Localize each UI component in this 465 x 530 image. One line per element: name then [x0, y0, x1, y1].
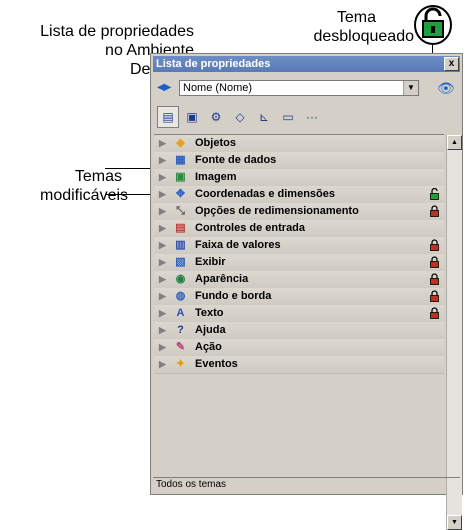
theme-list: ▶ ◆ Objetos ▶ ▦ Fonte de dados ▶ ▣ Imagem ▶ ✥ Coord…: [154, 134, 444, 480]
theme-label: Exibir: [195, 256, 226, 268]
image-icon: ▣: [175, 171, 186, 183]
theme-row[interactable]: ▶ ◉ Aparência: [154, 271, 444, 289]
theme-row[interactable]: ▶? Ajuda: [154, 322, 444, 340]
locked-lock-icon[interactable]: [430, 256, 439, 268]
callout-text: Temas: [74, 168, 122, 185]
theme-label: Ação: [195, 341, 222, 353]
theme-row[interactable]: ▶ ◍ Fundo e borda: [154, 288, 444, 306]
help-icon: ?: [177, 324, 184, 336]
theme-label: Faixa de valores: [195, 239, 281, 251]
theme-row[interactable]: ▶ A Texto: [154, 305, 444, 323]
callout-unlocked-theme: Tema desbloqueado: [288, 8, 414, 46]
expand-arrow-icon[interactable]: ▶: [159, 237, 166, 254]
scroll-down-button[interactable]: ▼: [447, 515, 462, 530]
text-icon: A: [176, 307, 185, 319]
gear-icon[interactable]: ⚙: [205, 106, 227, 128]
list-icon[interactable]: ▤: [157, 106, 179, 128]
theme-label: Fundo e borda: [195, 290, 272, 302]
theme-label: Objetos: [195, 137, 236, 149]
leader-line: [105, 194, 155, 195]
status-text: Todos os temas: [156, 479, 227, 490]
theme-toolbar: ▤ ▣ ⚙ ◇ ⊾ ▭ ···: [157, 106, 456, 128]
callout-text: Tema: [336, 9, 376, 26]
callout-text: Lista de propriedades: [40, 23, 194, 40]
expand-arrow-icon[interactable]: ▶: [159, 135, 166, 152]
expand-arrow-icon[interactable]: ▶: [159, 169, 166, 186]
panel-title: Lista de propriedades: [156, 58, 271, 70]
chart-icon[interactable]: ⊾: [253, 106, 275, 128]
theme-row[interactable]: ▶ ▣ Imagem: [154, 169, 444, 187]
unlocked-padlock-icon: [414, 5, 452, 45]
expand-arrow-icon[interactable]: ▶: [159, 322, 166, 339]
eye-icon: ◉: [175, 273, 186, 285]
theme-label: Eventos: [195, 358, 238, 370]
object-selector-row: ◀▶ Nome (Nome) ▼ 👁: [157, 80, 456, 98]
database-icon: ▦: [175, 154, 186, 166]
callout-modifiable-themes: Temas modificáveis: [40, 167, 129, 205]
input-icon: ▤: [175, 222, 186, 234]
expand-arrow-icon[interactable]: ▶: [159, 152, 166, 169]
callout-text: desbloqueado: [313, 28, 414, 45]
status-bar: Todos os temas: [153, 477, 460, 492]
theme-label: Aparência: [195, 273, 249, 285]
theme-label: Imagem: [195, 171, 237, 183]
theme-row[interactable]: ▶ ⤡ Opções de redimensionamento: [154, 203, 444, 221]
expand-arrow-icon[interactable]: ▶: [159, 271, 166, 288]
theme-label: Texto: [195, 307, 224, 319]
theme-row[interactable]: ▶ ◆ Objetos: [154, 135, 444, 153]
locked-lock-icon[interactable]: [430, 205, 439, 217]
theme-label: Fonte de dados: [195, 154, 277, 166]
locked-lock-icon[interactable]: [430, 273, 439, 285]
callout-text: modificáveis: [40, 187, 129, 204]
object-dropdown-value: Nome (Nome): [183, 82, 253, 94]
shapes-icon[interactable]: ◇: [229, 106, 251, 128]
range-icon: ▥: [175, 239, 186, 251]
theme-row[interactable]: ▶ ▦ Fonte de dados: [154, 152, 444, 170]
scroll-up-button[interactable]: ▲: [447, 135, 462, 150]
expand-arrow-icon[interactable]: ▶: [159, 203, 166, 220]
vertical-scrollbar[interactable]: ▲ ▼: [446, 135, 462, 530]
locked-lock-icon[interactable]: [430, 307, 439, 319]
navigate-arrows-icon[interactable]: ◀▶: [157, 82, 177, 96]
expand-arrow-icon[interactable]: ▶: [159, 220, 166, 237]
theme-label: Opções de redimensionamento: [195, 205, 359, 217]
expand-arrow-icon[interactable]: ▶: [159, 288, 166, 305]
object-dropdown[interactable]: Nome (Nome) ▼: [179, 80, 419, 96]
theme-row[interactable]: ▶ ✥ Coordenadas e dimensões: [154, 186, 444, 204]
move-icon: ✥: [175, 188, 186, 200]
panel-title-bar: Lista de propriedades x: [153, 56, 460, 72]
fill-icon: ◍: [175, 290, 186, 302]
theme-row[interactable]: ▶ ▧ Exibir: [154, 254, 444, 272]
expand-arrow-icon[interactable]: ▶: [159, 305, 166, 322]
expand-arrow-icon[interactable]: ▶: [159, 186, 166, 203]
expand-arrow-icon[interactable]: ▶: [159, 254, 166, 271]
property-list-panel: Lista de propriedades x ◀▶ Nome (Nome) ▼…: [150, 53, 463, 530]
events-icon: ✦: [175, 358, 186, 370]
theme-label: Ajuda: [195, 324, 226, 336]
chevron-down-icon[interactable]: ▼: [403, 81, 418, 95]
cube-icon: ◆: [176, 137, 185, 149]
locked-lock-icon[interactable]: [430, 239, 439, 251]
theme-label: Controles de entrada: [195, 222, 306, 234]
view-options-icon[interactable]: 👁: [437, 80, 459, 96]
close-button[interactable]: x: [444, 57, 459, 71]
theme-row[interactable]: ▶ ✎ Ação: [154, 339, 444, 357]
expand-arrow-icon[interactable]: ▶: [159, 339, 166, 356]
monitor-icon[interactable]: ▭: [277, 106, 299, 128]
theme-row[interactable]: ▶ ▥ Faixa de valores: [154, 237, 444, 255]
locked-lock-icon[interactable]: [430, 290, 439, 302]
unlocked-lock-icon[interactable]: [430, 188, 439, 200]
leader-line: [105, 168, 155, 169]
action-icon: ✎: [175, 341, 186, 353]
more-icon[interactable]: ···: [301, 106, 323, 128]
theme-label: Coordenadas e dimensões: [195, 188, 335, 200]
theme-row[interactable]: ▶ ✦ Eventos: [154, 356, 444, 374]
resize-icon: ⤡: [176, 205, 185, 217]
expand-arrow-icon[interactable]: ▶: [159, 356, 166, 373]
theme-row[interactable]: ▶ ▤ Controles de entrada: [154, 220, 444, 238]
appearance-icon[interactable]: ▣: [181, 106, 203, 128]
display-icon: ▧: [175, 256, 186, 268]
